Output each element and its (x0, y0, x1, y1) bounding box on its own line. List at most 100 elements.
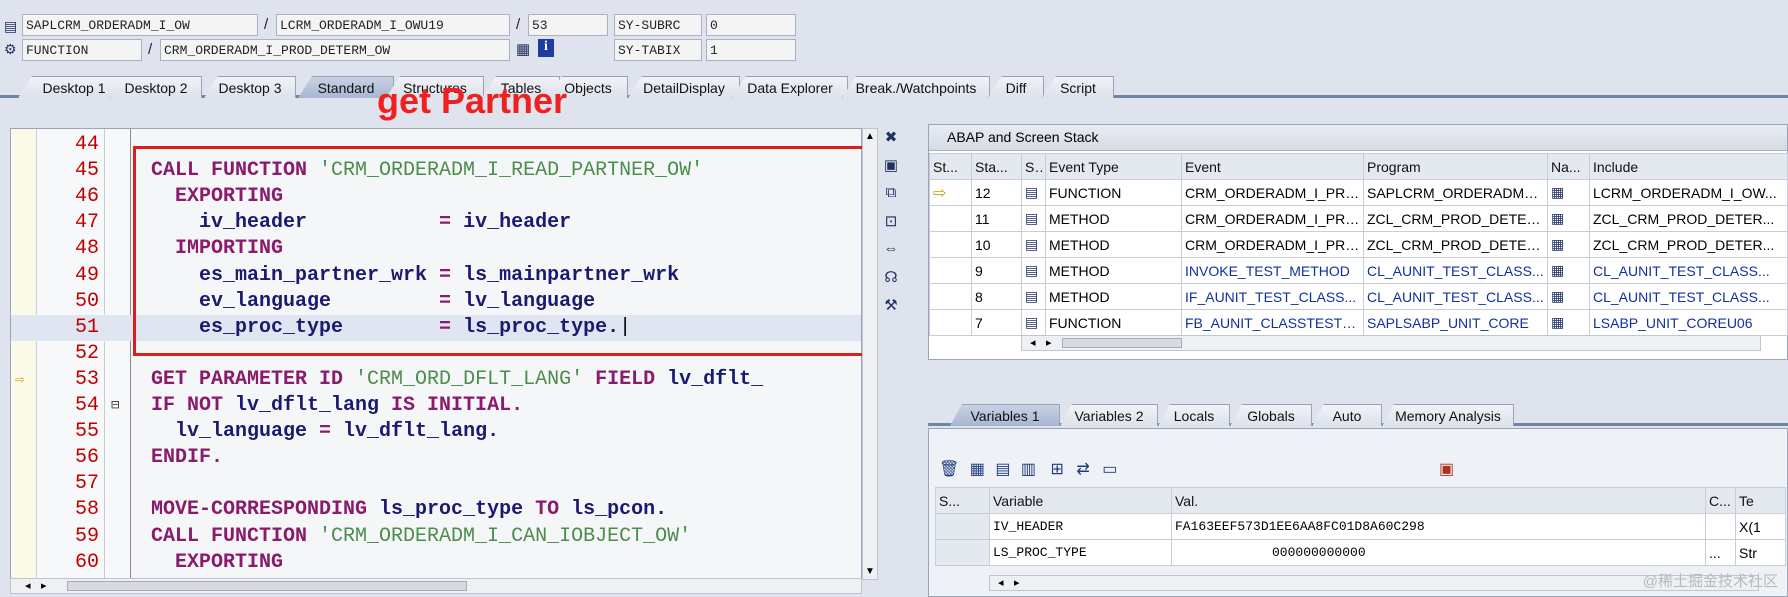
program[interactable]: ZCL_CRM_PROD_DETER... (1363, 205, 1548, 232)
copy-row-icon[interactable]: ▤ (995, 461, 1010, 478)
event[interactable]: CRM_ORDERADM_I_PRO... (1181, 179, 1364, 206)
folder-icon[interactable]: ▭ (1102, 461, 1117, 478)
line-field[interactable]: 53 (528, 14, 608, 36)
event[interactable]: FB_AUNIT_CLASSTEST_... (1181, 309, 1364, 336)
include-field[interactable]: LCRM_ORDERADM_I_OWU19 (276, 14, 510, 36)
scroll-left-icon[interactable]: ◂ (25, 579, 31, 592)
include[interactable]: CL_AUNIT_TEST_CLASS... (1589, 257, 1788, 284)
event[interactable]: CRM_ORDERADM_I_PRO... (1181, 205, 1364, 232)
row-selector[interactable] (935, 513, 990, 540)
new-tool-icon[interactable]: ▣ (880, 156, 902, 176)
stack-column-header[interactable]: Program (1363, 153, 1548, 180)
include[interactable]: CL_AUNIT_TEST_CLASS... (1589, 283, 1788, 310)
transfer-icon[interactable]: ⇄ (1076, 461, 1089, 478)
variables-column-header[interactable]: S... (935, 487, 990, 514)
new-row-icon[interactable]: ▦ (970, 461, 985, 478)
include[interactable]: LCRM_ORDERADM_I_OW... (1589, 179, 1788, 206)
tab-locals[interactable]: Locals (1158, 404, 1230, 426)
stack-row[interactable]: 11 ▤ METHOD CRM_ORDERADM_I_PRO... ZCL_CRM_PR… (929, 205, 1788, 232)
stack-row[interactable]: ⇨ 12 ▤ FUNCTION CRM_ORDERADM_I_PRO... SAPLCRM… (929, 179, 1788, 206)
program[interactable]: ZCL_CRM_PROD_DETER... (1363, 231, 1548, 258)
structure-icon[interactable]: ⊞ (1051, 461, 1064, 478)
event-type-field[interactable]: FUNCTION (22, 39, 142, 61)
variables-column-header[interactable]: Variable (989, 487, 1172, 514)
stack-column-header[interactable]: Include (1589, 153, 1788, 180)
stack-column-header[interactable]: Event Type (1045, 153, 1182, 180)
save-icon[interactable]: ▣ (1439, 459, 1454, 479)
stack-column-header[interactable]: Event (1181, 153, 1364, 180)
code-line[interactable]: 53 GET PARAMETER ID 'CRM_ORD_DFLT_LANG' F… (11, 367, 861, 393)
tab-memory-analysis[interactable]: Memory Analysis (1382, 404, 1514, 426)
scroll-down-icon[interactable]: ▼ (865, 566, 875, 577)
tab-desktop-2[interactable]: Desktop 2 (110, 76, 202, 98)
variable-row[interactable]: LS_PROC_TYPE 000000000000... Str (935, 539, 1786, 566)
variable-value[interactable]: 000000000000 (1171, 539, 1706, 566)
variable-value[interactable]: FA163EEF573D1EE6AA8FC01D8A60C298 (1171, 513, 1706, 540)
stack-row[interactable]: 10 ▤ METHOD CRM_ORDERADM_I_PRO... ZCL_CRM_PR… (929, 231, 1788, 258)
info-icon[interactable]: i (538, 39, 554, 57)
variable-row[interactable]: IV_HEADER FA163EEF573D1EE6AA8FC01D8A60C29… (935, 513, 1786, 540)
program[interactable]: SAPLCRM_ORDERADM_I... (1363, 179, 1548, 206)
stack-row[interactable]: 7 ▤ FUNCTION FB_AUNIT_CLASSTEST_... SAPLSABP… (929, 309, 1788, 336)
code-line[interactable]: 57 (11, 471, 861, 497)
scroll-left-icon[interactable]: ◂ (1030, 336, 1036, 349)
headset-icon[interactable]: ☊ (880, 268, 902, 288)
variable-name[interactable]: IV_HEADER (989, 513, 1172, 540)
variables-column-header[interactable]: Te (1735, 487, 1786, 514)
editor-vertical-scrollbar[interactable]: ▲ ▼ (862, 128, 878, 580)
sy-tabix-value[interactable]: 1 (706, 39, 796, 61)
stack-column-header[interactable]: Sta... (971, 153, 1022, 180)
tab-variables-2[interactable]: Variables 2 (1060, 404, 1158, 426)
sy-subrc-value[interactable]: 0 (706, 14, 796, 36)
full-screen-icon[interactable]: ⊡ (880, 212, 902, 232)
delete-icon[interactable]: 🗑 (939, 461, 959, 478)
swap-icon[interactable]: ⇔ (880, 240, 902, 260)
event[interactable]: IF_AUNIT_TEST_CLASS... (1181, 283, 1364, 310)
code-line[interactable]: 60 EXPORTING (11, 550, 861, 576)
program[interactable]: CL_AUNIT_TEST_CLASS... (1363, 257, 1548, 284)
scroll-up-icon[interactable]: ▲ (865, 131, 875, 142)
event-field[interactable]: CRM_ORDERADM_I_PROD_DETERM_OW (160, 39, 510, 61)
event[interactable]: CRM_ORDERADM_I_PRO... (1181, 231, 1364, 258)
scroll-thumb[interactable] (1062, 338, 1182, 348)
program[interactable]: SAPLSABP_UNIT_CORE (1363, 309, 1548, 336)
scroll-right-icon[interactable]: ▸ (41, 579, 47, 592)
include[interactable]: ZCL_CRM_PROD_DETER... (1589, 205, 1788, 232)
variables-column-header[interactable]: C... (1705, 487, 1736, 514)
move-icon[interactable]: ▥ (1021, 461, 1036, 478)
tab-detaildisplay[interactable]: DetailDisplay (628, 76, 740, 98)
code-line[interactable]: 54 IF NOT lv_dflt_lang IS INITIAL. ⊟ (11, 393, 861, 419)
replace-icon[interactable]: ⧉ (880, 184, 902, 204)
variables-column-header[interactable]: Val. (1171, 487, 1706, 514)
code-line[interactable]: 59 CALL FUNCTION 'CRM_ORDERADM_I_CAN_IOBJ… (11, 524, 861, 550)
stack-column-header[interactable]: S... (1021, 153, 1046, 180)
scroll-thumb[interactable] (67, 581, 467, 591)
program[interactable]: CL_AUNIT_TEST_CLASS... (1363, 283, 1548, 310)
stack-column-header[interactable]: St... (929, 153, 972, 180)
scroll-left-icon[interactable]: ◂ (998, 576, 1004, 589)
stack-column-header[interactable]: Na... (1547, 153, 1590, 180)
tab-auto[interactable]: Auto (1312, 404, 1382, 426)
code-line[interactable]: 56 ENDIF. (11, 445, 861, 471)
tab-script[interactable]: Script (1042, 76, 1114, 98)
program-field[interactable]: SAPLCRM_ORDERADM_I_OW (22, 14, 258, 36)
tab-break-watchpoints[interactable]: Break./Watchpoints (842, 76, 990, 98)
tab-desktop-3[interactable]: Desktop 3 (204, 76, 296, 98)
scroll-right-icon[interactable]: ▸ (1014, 576, 1020, 589)
tab-globals[interactable]: Globals (1230, 404, 1312, 426)
services-icon[interactable]: ⚒ (880, 296, 902, 316)
code-line[interactable]: 58 MOVE-CORRESPONDING ls_proc_type TO ls_… (11, 497, 861, 523)
navigate-icon[interactable]: ▦ (516, 40, 530, 58)
stack-horizontal-scrollbar[interactable]: ◂ ▸ (1021, 335, 1761, 351)
tab-diff[interactable]: Diff (988, 76, 1044, 98)
include[interactable]: ZCL_CRM_PROD_DETER... (1589, 231, 1788, 258)
stack-row[interactable]: 8 ▤ METHOD IF_AUNIT_TEST_CLASS... CL_AUNIT_T… (929, 283, 1788, 310)
close-icon[interactable]: ✖ (880, 128, 902, 148)
row-selector[interactable] (935, 539, 990, 566)
tab-data-explorer[interactable]: Data Explorer (732, 76, 848, 98)
variable-name[interactable]: LS_PROC_TYPE (989, 539, 1172, 566)
editor-horizontal-scrollbar[interactable]: ◂ ▸ (10, 578, 862, 594)
tab-variables-1[interactable]: Variables 1 (950, 404, 1060, 426)
scroll-right-icon[interactable]: ▸ (1046, 336, 1052, 349)
event[interactable]: INVOKE_TEST_METHOD (1181, 257, 1364, 284)
